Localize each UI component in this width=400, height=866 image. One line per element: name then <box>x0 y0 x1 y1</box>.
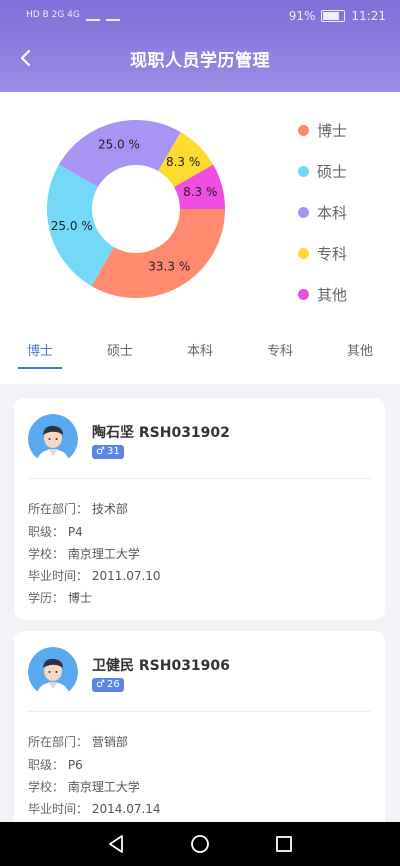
tab-other[interactable]: 其他 <box>330 335 390 375</box>
dept-label: 所在部门： <box>28 502 89 516</box>
info-row-graduation: 毕业时间： 2011.07.10 <box>28 567 161 584</box>
legend-label: 其他 <box>317 286 348 304</box>
slice-value-label: 25.0 % <box>51 219 93 233</box>
tab-master[interactable]: 硕士 <box>90 335 150 375</box>
divider <box>28 711 371 712</box>
school-label: 学校： <box>28 780 65 794</box>
slice-phd[interactable] <box>91 209 226 298</box>
clock: 11:21 <box>351 9 386 23</box>
legend-label: 硕士 <box>317 163 348 181</box>
legend-dot <box>298 289 309 300</box>
info-row-dept: 所在部门： 营销部 <box>28 733 128 750</box>
battery-percent: 91% <box>288 9 316 23</box>
avatar <box>28 414 78 464</box>
slice-value-label: 8.3 % <box>166 155 200 169</box>
school-value: 南京理工大学 <box>67 780 140 794</box>
legend-label: 本科 <box>317 204 348 222</box>
dept-value: 营销部 <box>91 735 128 749</box>
dept-label: 所在部门： <box>28 735 89 749</box>
info-row-school: 学校： 南京理工大学 <box>28 778 140 795</box>
tab-phd[interactable]: 博士 <box>10 335 70 375</box>
legend-dot <box>298 166 309 177</box>
legend-label: 专科 <box>317 245 348 263</box>
age-value: 26 <box>106 679 120 690</box>
graduation-value: 2011.07.10 <box>91 569 161 583</box>
male-icon: ♂ <box>96 446 105 457</box>
age-value: 31 <box>106 446 120 457</box>
legend-item-master[interactable]: 硕士 <box>298 151 398 192</box>
rank-label: 职级： <box>28 758 65 772</box>
slice-value-label: 33.3 % <box>148 260 190 274</box>
info-row-graduation: 毕业时间： 2014.07.14 <box>28 800 161 817</box>
male-icon: ♂ <box>96 679 105 690</box>
employee-card[interactable]: 陶石坚 RSH031902 ♂ 31 所在部门： 技术部 职级： P4 学校： … <box>14 398 385 620</box>
education-donut-chart: 33.3 % 25.0 % 25.0 % 8.3 % 8.3 % <box>46 120 226 298</box>
legend-item-phd[interactable]: 博士 <box>298 110 398 151</box>
legend-dot <box>298 125 309 136</box>
divider <box>28 478 371 479</box>
employee-card[interactable]: 卫健民 RSH031906 ♂ 26 所在部门： 营销部 职级： P6 学校： … <box>14 631 385 831</box>
tab-bachelor[interactable]: 本科 <box>170 335 230 375</box>
education-label: 学历： <box>28 591 65 605</box>
nav-back-icon[interactable] <box>104 832 128 856</box>
graduation-label: 毕业时间： <box>28 802 89 816</box>
battery-icon <box>321 10 346 22</box>
info-row-education: 学历： 博士 <box>28 589 92 606</box>
signal-info: HD B 2G 4G <box>26 10 80 20</box>
legend-dot <box>298 207 309 218</box>
info-row-school: 学校： 南京理工大学 <box>28 545 140 562</box>
slice-value-label: 8.3 % <box>183 185 217 199</box>
employee-name: 陶石坚 RSH031902 <box>92 425 230 441</box>
chart-legend: 博士 硕士 本科 专科 其他 <box>298 110 398 315</box>
app-header: HD B 2G 4G 91% 11:21 现职人员学历管理 <box>0 0 400 92</box>
page-title: 现职人员学历管理 <box>130 51 270 71</box>
school-value: 南京理工大学 <box>67 547 140 561</box>
nav-recents-icon[interactable] <box>272 832 296 856</box>
status-bar: HD B 2G 4G 91% 11:21 <box>0 0 400 34</box>
education-chart-card: 33.3 % 25.0 % 25.0 % 8.3 % 8.3 % 博士 硕士 本科 专科… <box>0 92 400 384</box>
legend-label: 博士 <box>317 122 348 140</box>
signal-icon <box>85 9 100 21</box>
nav-home-icon[interactable] <box>188 832 212 856</box>
education-value: 博士 <box>67 591 92 605</box>
info-row-rank: 职级： P6 <box>28 756 83 773</box>
graduation-label: 毕业时间： <box>28 569 89 583</box>
employee-name: 卫健民 RSH031906 <box>92 658 230 674</box>
tab-junior-college[interactable]: 专科 <box>250 335 310 375</box>
info-row-dept: 所在部门： 技术部 <box>28 500 128 517</box>
rank-label: 职级： <box>28 525 65 539</box>
avatar <box>28 647 78 697</box>
legend-item-other[interactable]: 其他 <box>298 274 398 315</box>
legend-item-junior-college[interactable]: 专科 <box>298 233 398 274</box>
rank-value: P6 <box>67 758 83 772</box>
system-nav-bar <box>0 822 400 866</box>
school-label: 学校： <box>28 547 65 561</box>
legend-dot <box>298 248 309 259</box>
age-badge: ♂ 31 <box>92 445 124 459</box>
wifi-icon <box>105 9 120 21</box>
education-tabs: 博士 硕士 本科 专科 其他 <box>0 335 400 375</box>
graduation-value: 2014.07.14 <box>91 802 161 816</box>
dept-value: 技术部 <box>91 502 128 516</box>
legend-item-bachelor[interactable]: 本科 <box>298 192 398 233</box>
rank-value: P4 <box>67 525 83 539</box>
slice-value-label: 25.0 % <box>98 138 140 152</box>
age-badge: ♂ 26 <box>92 678 124 692</box>
info-row-rank: 职级： P4 <box>28 523 83 540</box>
